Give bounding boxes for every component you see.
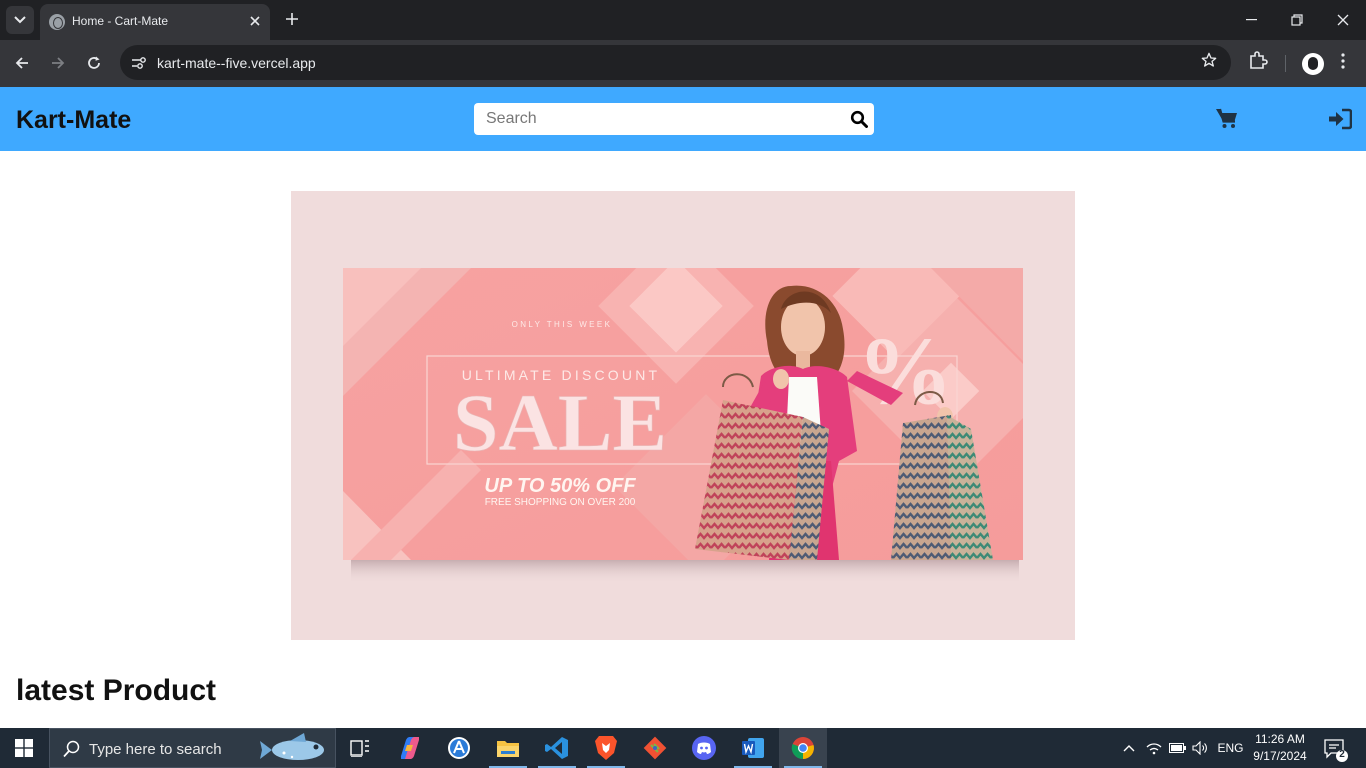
banner-headline: SALE [453, 377, 667, 468]
copilot-app[interactable] [386, 728, 434, 768]
volume-button[interactable] [1190, 728, 1210, 768]
app-store-app[interactable] [435, 728, 483, 768]
site-logo[interactable]: Kart-Mate [16, 106, 131, 135]
site-navbar: Kart-Mate [0, 87, 1366, 151]
reload-button[interactable] [81, 50, 107, 76]
start-button[interactable] [0, 728, 48, 768]
restore-icon [1291, 14, 1303, 26]
globe-icon [49, 14, 65, 30]
chevron-up-icon [1123, 745, 1135, 752]
search-button[interactable] [850, 110, 868, 128]
forward-button[interactable] [45, 50, 71, 76]
banner-percent-symbol: % [857, 317, 953, 424]
copilot-icon [401, 737, 419, 759]
browser-toolbar: kart-mate--five.vercel.app [0, 40, 1366, 87]
task-view-button[interactable] [336, 728, 384, 768]
section-heading-latest-product: latest Product [16, 674, 217, 707]
arrow-left-icon [15, 57, 28, 69]
vs-code-icon [545, 737, 568, 759]
banner-subtext: FREE SHOPPING ON OVER 200 [485, 497, 636, 508]
wifi-icon [1146, 743, 1162, 755]
reload-icon [88, 56, 100, 69]
chrome-icon [791, 737, 814, 760]
close-icon [250, 16, 260, 26]
restore-button[interactable] [1283, 6, 1311, 34]
sign-in-icon [1329, 108, 1353, 130]
cart-button[interactable] [1215, 107, 1239, 129]
word-app[interactable] [729, 728, 777, 768]
chevron-down-icon [14, 16, 26, 24]
chrome-app[interactable] [779, 728, 827, 768]
search-icon [850, 110, 868, 128]
login-button[interactable] [1328, 108, 1353, 130]
close-window-button[interactable] [1329, 6, 1357, 34]
brave-browser-app[interactable] [582, 728, 630, 768]
tune-icon [132, 57, 146, 69]
search-bar [474, 103, 874, 135]
tab-search-button[interactable] [6, 6, 34, 34]
windows-taskbar: Type here to search ENG 11:26 AM 9/17/20… [0, 728, 1366, 768]
taskbar-clock[interactable]: 11:26 AM 9/17/2024 [1247, 731, 1313, 765]
search-highlight-fish-icon [260, 733, 324, 760]
address-bar[interactable]: kart-mate--five.vercel.app [120, 45, 1231, 80]
app-store-icon [448, 737, 470, 759]
vs-code-app[interactable] [533, 728, 581, 768]
profile-avatar[interactable] [1302, 53, 1324, 75]
bookmark-star-icon[interactable] [1201, 52, 1217, 73]
show-hidden-icons-button[interactable] [1120, 728, 1138, 768]
banner-top-text: ONLY THIS WEEK [512, 320, 613, 329]
minimize-icon [1245, 19, 1257, 21]
task-view-icon [350, 740, 369, 757]
minimize-button[interactable] [1237, 6, 1265, 34]
word-icon [742, 738, 764, 758]
menu-kebab-icon[interactable] [1338, 51, 1348, 75]
star-icon [1201, 52, 1217, 67]
battery-button[interactable] [1167, 728, 1187, 768]
clock-time: 11:26 AM [1255, 732, 1305, 746]
tab-close-button[interactable] [246, 12, 264, 30]
tab-title: Home - Cart-Mate [72, 14, 169, 28]
notifications-button[interactable]: 2 [1322, 736, 1348, 762]
speaker-icon [1192, 741, 1207, 755]
browser-tab-active[interactable]: Home - Cart-Mate [40, 4, 270, 40]
folder-icon [497, 741, 519, 757]
search-icon [63, 740, 80, 758]
notification-count-badge: 2 [1339, 749, 1345, 760]
discord-icon [692, 736, 716, 760]
discord-app[interactable] [680, 728, 728, 768]
more-vertical-icon [1341, 53, 1345, 69]
site-settings-icon[interactable] [128, 52, 150, 74]
sale-banner-image: ONLY THIS WEEK ULTIMATE DISCOUNT SALE UP… [343, 268, 1023, 584]
windows-logo-icon [15, 739, 33, 757]
taskbar-search-placeholder: Type here to search [89, 741, 222, 758]
extensions-puzzle-icon[interactable] [1248, 50, 1268, 70]
shopping-cart-icon [1216, 108, 1237, 128]
url-text[interactable]: kart-mate--five.vercel.app [157, 55, 316, 71]
plus-icon [286, 13, 298, 25]
battery-icon [1168, 743, 1186, 753]
toolbar-divider [1285, 55, 1286, 72]
clock-date: 9/17/2024 [1253, 749, 1307, 763]
input-language-indicator[interactable]: ENG [1214, 728, 1247, 768]
close-icon [1337, 14, 1349, 26]
taskbar-search-box[interactable]: Type here to search [49, 728, 336, 768]
search-input[interactable] [474, 103, 844, 135]
brave-lion-icon [595, 736, 617, 760]
back-button[interactable] [9, 50, 35, 76]
banner-offer: UP TO 50% OFF [484, 475, 636, 497]
browser-tab-strip: Home - Cart-Mate [0, 0, 1366, 40]
new-tab-button[interactable] [281, 8, 303, 30]
hero-banner: ONLY THIS WEEK ULTIMATE DISCOUNT SALE UP… [291, 191, 1075, 640]
arrow-right-icon [52, 57, 65, 69]
file-explorer-app[interactable] [484, 728, 532, 768]
network-button[interactable] [1144, 728, 1164, 768]
git-icon [643, 736, 667, 760]
git-app[interactable] [631, 728, 679, 768]
puzzle-icon [1250, 51, 1268, 69]
